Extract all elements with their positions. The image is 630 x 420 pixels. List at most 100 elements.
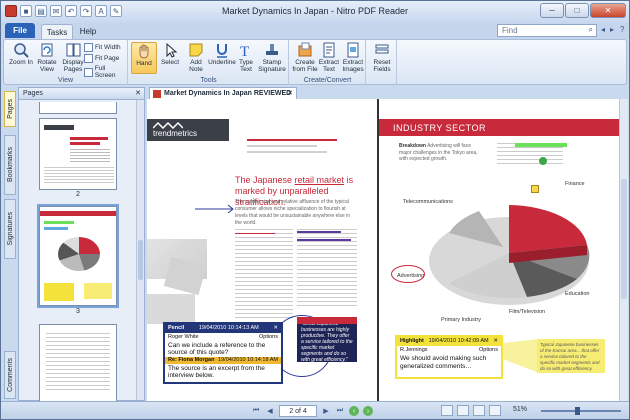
- find-input[interactable]: Find ⌕: [497, 24, 597, 37]
- fit-page-button[interactable]: Fit Page: [84, 54, 119, 63]
- page-thumbnail-4[interactable]: [39, 324, 117, 402]
- page-number-input[interactable]: 2 of 4: [279, 405, 317, 417]
- facing-continuous-view-icon[interactable]: [489, 405, 501, 416]
- highlight-comment-body[interactable]: We should avoid making such generalized …: [397, 354, 501, 371]
- fit-width-button[interactable]: Fit Width: [84, 43, 121, 52]
- tab-signatures[interactable]: Signatures: [4, 199, 16, 259]
- fit-page-icon: [84, 54, 93, 63]
- pencil-comment-close-icon[interactable]: ✕: [273, 325, 278, 332]
- highlight-comment-popup[interactable]: Highlight 19/04/2010 10:42:09 AM ✕ R.Jen…: [395, 335, 503, 379]
- zoom-in-button[interactable]: Zoom In: [8, 42, 34, 66]
- ribbon-tabs: File Tasks Help Find ⌕ ◂ ▸ ?: [1, 23, 629, 39]
- search-icon[interactable]: ⌕: [589, 25, 593, 35]
- comment-marker-icon[interactable]: [539, 157, 547, 165]
- create-from-file-button[interactable]: Create from File: [292, 42, 318, 73]
- extract-images-button[interactable]: Extract Images: [340, 42, 366, 73]
- tab-bookmarks[interactable]: Bookmarks: [4, 135, 16, 195]
- find-placeholder: Find: [502, 26, 518, 35]
- zoom-label: Zoom In: [9, 59, 33, 66]
- pencil-comment-meta: Roger White Options: [165, 332, 281, 341]
- document-viewport[interactable]: trendmetrics The Japanese retail market …: [147, 99, 628, 401]
- document-scroll-thumb[interactable]: [621, 179, 627, 299]
- highlight-comment-close-icon[interactable]: ✕: [493, 338, 498, 345]
- forward-icon[interactable]: ›: [363, 406, 373, 416]
- pencil-comment-body[interactable]: Can we include a reference to the source…: [165, 341, 281, 357]
- reset-fields-button[interactable]: Reset Fields: [369, 42, 395, 73]
- minimize-button[interactable]: ─: [540, 3, 564, 18]
- zoom-slider-knob[interactable]: [575, 407, 580, 415]
- first-page-icon[interactable]: ⏮: [251, 406, 261, 416]
- back-icon[interactable]: ‹: [349, 406, 359, 416]
- add-note-button[interactable]: Add Note: [183, 42, 209, 73]
- fit-page-label: Fit Page: [95, 55, 120, 62]
- tab-help[interactable]: Help: [75, 24, 101, 39]
- close-button[interactable]: ✕: [590, 3, 626, 18]
- breakdown-text: Breakdown Advertising will face major ch…: [399, 143, 479, 163]
- find-next-icon[interactable]: ▸: [610, 25, 614, 34]
- pencil-reply-author: Re: Fiona Morgan: [168, 357, 215, 363]
- pencil-comment-options[interactable]: Options: [259, 334, 278, 341]
- display-pages-button[interactable]: Display Pages: [60, 42, 86, 73]
- svg-text:T: T: [240, 44, 249, 58]
- hand-tool-button[interactable]: Hand: [131, 42, 157, 74]
- pencil-reply-body[interactable]: The source is an excerpt from the interv…: [165, 364, 281, 380]
- highlighted-paragraph[interactable]: Typical Japanese businesses of the Kansa…: [537, 339, 605, 373]
- previous-page-icon[interactable]: ◀: [265, 406, 275, 416]
- pages-panel-scrollbar[interactable]: [136, 100, 144, 400]
- advertising-circle-annotation[interactable]: [391, 265, 425, 283]
- zoom-level[interactable]: 51%: [513, 406, 527, 413]
- document-tab-close-icon[interactable]: ✕: [287, 89, 293, 97]
- page-navigation: ⏮ ◀ 2 of 4 ▶ ⏭ ‹ ›: [251, 405, 373, 417]
- note-marker-icon[interactable]: [531, 185, 539, 193]
- page-thumbnail-1[interactable]: [39, 102, 117, 114]
- pages-panel-close-icon[interactable]: ✕: [135, 89, 141, 97]
- stamp-signature-button[interactable]: Stamp Signature: [257, 42, 287, 73]
- help-icon[interactable]: ?: [620, 25, 624, 34]
- highlight-comment-date: 19/04/2010 10:42:09 AM: [428, 338, 489, 344]
- extract-text-button[interactable]: Extract Text: [316, 42, 342, 73]
- tab-tasks[interactable]: Tasks: [41, 24, 73, 39]
- arrow-annotation-icon[interactable]: [195, 203, 237, 215]
- display-pages-label: Display Pages: [62, 59, 84, 73]
- last-page-icon[interactable]: ⏭: [335, 406, 345, 416]
- ribbon: Zoom In Rotate View Display Pages Fit Wi…: [3, 39, 627, 85]
- pages-panel-header: Pages ✕: [19, 88, 144, 100]
- continuous-view-icon[interactable]: [457, 405, 469, 416]
- find-prev-icon[interactable]: ◂: [601, 25, 605, 34]
- select-label: Select: [160, 59, 180, 66]
- brand-logo-icon: [153, 121, 183, 129]
- type-text-button[interactable]: T Type Text: [233, 42, 259, 73]
- tab-bookmarks-label: Bookmarks: [6, 147, 14, 183]
- pages-scroll-thumb[interactable]: [138, 240, 143, 280]
- page-thumbnail-3[interactable]: [37, 204, 119, 308]
- next-page-icon[interactable]: ▶: [321, 406, 331, 416]
- highlight-comment-options[interactable]: Options: [479, 347, 498, 354]
- tab-comments[interactable]: Comments: [4, 351, 16, 399]
- extract-text-label: Extract Text: [318, 59, 340, 73]
- zoom-slider[interactable]: [541, 407, 621, 415]
- cursor-icon: [162, 42, 178, 58]
- document-scrollbar[interactable]: [619, 99, 628, 401]
- document-tab[interactable]: Market Dynamics In Japan REVIEWED ✕: [149, 87, 297, 99]
- page-thumbnail-2[interactable]: [39, 118, 117, 190]
- window-controls: ─ □ ✕: [540, 3, 626, 18]
- select-tool-button[interactable]: Select: [157, 42, 183, 66]
- body-text-column-1: [235, 229, 293, 319]
- pencil-comment-popup[interactable]: Pencil 19/04/2010 10:14:13 AM ✕ Roger Wh…: [163, 322, 283, 384]
- headline-underlined[interactable]: retail market: [295, 175, 345, 185]
- left-panel-tabs: Pages Bookmarks Signatures Comments: [3, 87, 17, 401]
- add-note-label: Add Note: [189, 59, 203, 73]
- tab-file[interactable]: File: [5, 23, 35, 38]
- green-highlight[interactable]: [515, 143, 567, 147]
- fit-width-label: Fit Width: [95, 44, 121, 51]
- maximize-button[interactable]: □: [565, 3, 589, 18]
- tab-pages[interactable]: Pages: [4, 91, 16, 127]
- pie-label-finance: Finance: [565, 181, 585, 187]
- underline-button[interactable]: Underline: [208, 42, 236, 66]
- single-page-view-icon[interactable]: [441, 405, 453, 416]
- zoom-icon: [13, 42, 29, 58]
- rotate-view-button[interactable]: Rotate View: [34, 42, 60, 73]
- full-screen-icon: [84, 67, 93, 77]
- facing-view-icon[interactable]: [473, 405, 485, 416]
- pages-panel: Pages ✕ 2 3: [18, 87, 145, 402]
